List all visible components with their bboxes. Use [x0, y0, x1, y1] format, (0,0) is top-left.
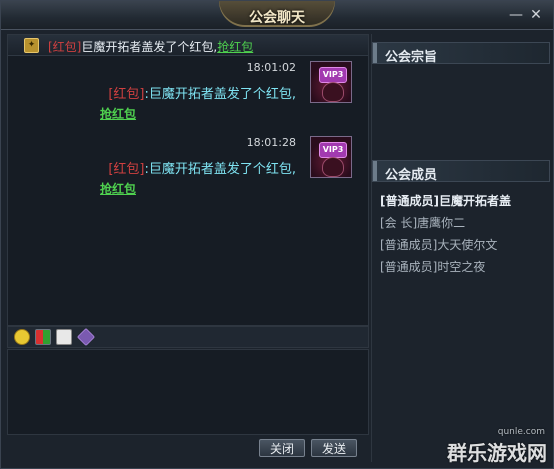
member-item[interactable]: [普通成员]巨魔开拓者盖 [380, 192, 511, 209]
red-packet-tag: [红包] [108, 87, 145, 102]
grab-red-packet-link[interactable]: 抢红包 [100, 180, 136, 197]
avatar-portrait [322, 82, 344, 102]
member-item[interactable]: [普通成员]时空之夜 [380, 258, 485, 275]
announcement-text: 巨魔开拓者盖发了个红包, [81, 40, 218, 54]
close-button[interactable]: 关闭 [259, 439, 305, 457]
grab-red-packet-link[interactable]: 抢红包 [217, 40, 253, 54]
window-title: 公会聊天 [249, 10, 305, 26]
grab-red-packet-link[interactable]: 抢红包 [100, 105, 136, 122]
badge-icon: ✦ [24, 38, 39, 53]
send-button[interactable]: 发送 [311, 439, 357, 457]
avatar-portrait [322, 157, 344, 177]
guild-purpose-header: 公会宗旨 [372, 42, 550, 65]
site-watermark: qunle.com 群乐游戏网 [447, 427, 547, 466]
member-item[interactable]: [普通成员]大天使尔文 [380, 236, 497, 253]
brush-icon[interactable] [76, 327, 96, 347]
header-accent [373, 161, 377, 181]
header-accent [373, 43, 377, 63]
section-title: 公会宗旨 [385, 50, 438, 65]
minimize-icon[interactable]: — [509, 8, 523, 22]
member-item[interactable]: [会 长]唐鹰你二 [380, 214, 465, 231]
red-packet-tag: [红包] [48, 40, 82, 54]
vip-badge: VIP3 [319, 67, 347, 83]
watermark-url: qunle.com [497, 427, 545, 437]
close-icon[interactable]: ✕ [529, 8, 543, 22]
guild-members-header: 公会成员 [372, 160, 550, 183]
announcement-bar: ✦ [红包]巨魔开拓者盖发了个红包,抢红包 [8, 35, 368, 56]
title-bar[interactable]: 公会聊天 — ✕ [1, 1, 553, 30]
message-time: 18:01:28 [246, 136, 296, 149]
message-input[interactable] [7, 349, 369, 435]
dice-icon[interactable] [56, 329, 72, 345]
guild-chat-window: 公会聊天 — ✕ ✦ [红包]巨魔开拓者盖发了个红包,抢红包 18:01:02 … [0, 0, 554, 469]
message-body: :巨魔开拓者盖发了个红包, [144, 162, 296, 177]
chat-log[interactable]: ✦ [红包]巨魔开拓者盖发了个红包,抢红包 18:01:02 [红包]:巨魔开拓… [7, 34, 369, 326]
section-title: 公会成员 [385, 168, 438, 183]
message-body: :巨魔开拓者盖发了个红包, [144, 87, 296, 102]
avatar[interactable]: VIP3 [310, 136, 352, 178]
guild-info-panel: 公会宗旨 公会成员 [普通成员]巨魔开拓者盖 [会 长]唐鹰你二 [普通成员]大… [371, 34, 550, 462]
vip-badge: VIP3 [319, 142, 347, 158]
smile-icon[interactable] [14, 329, 30, 345]
message-text: [红包]:巨魔开拓者盖发了个红包, [108, 158, 296, 177]
avatar[interactable]: VIP3 [310, 61, 352, 103]
red-packet-tag: [红包] [108, 162, 145, 177]
watermark-text: 群乐游戏网 [447, 441, 547, 465]
announcement-line: [红包]巨魔开拓者盖发了个红包,抢红包 [48, 38, 253, 55]
message-time: 18:01:02 [246, 61, 296, 74]
chat-toolbar [7, 326, 369, 348]
color-palette-icon[interactable] [35, 329, 51, 345]
message-text: [红包]:巨魔开拓者盖发了个红包, [108, 83, 296, 102]
